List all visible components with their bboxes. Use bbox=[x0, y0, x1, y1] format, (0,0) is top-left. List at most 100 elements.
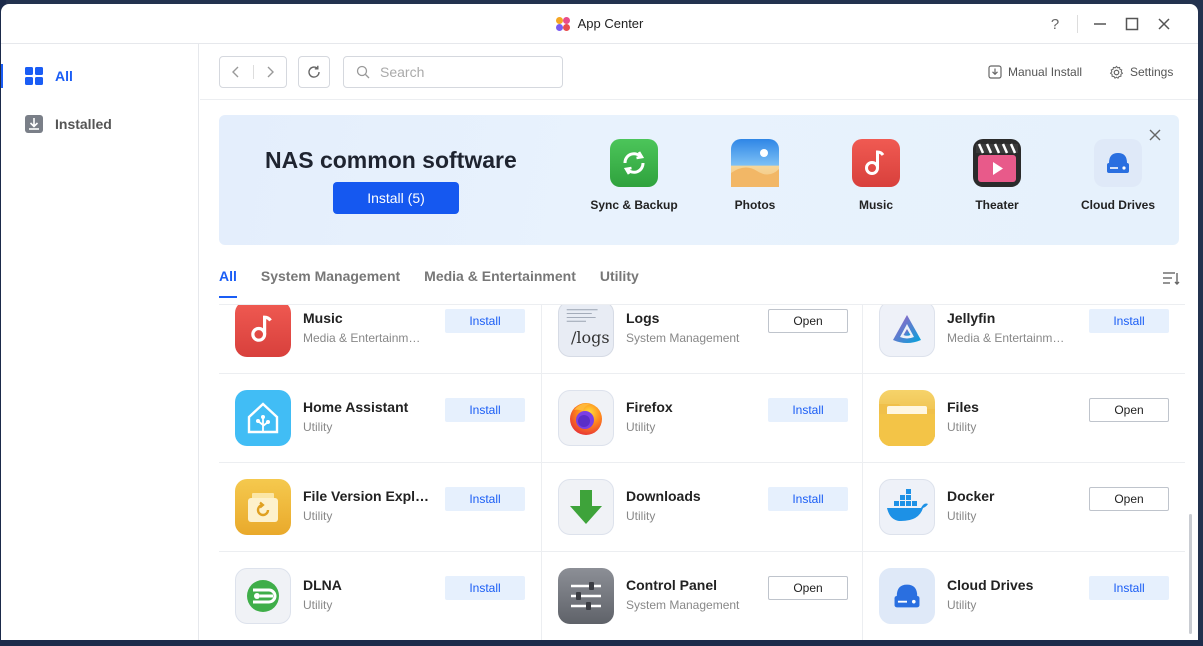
download-arrow-icon bbox=[558, 479, 614, 535]
control-panel-icon bbox=[558, 568, 614, 624]
sort-icon[interactable] bbox=[1161, 268, 1181, 288]
window-controls: ? bbox=[1039, 4, 1180, 44]
open-button[interactable]: Open bbox=[1089, 487, 1169, 511]
cloud-drive-icon bbox=[1094, 139, 1142, 187]
window-title: App Center bbox=[577, 16, 644, 31]
app-category: Utility bbox=[947, 420, 977, 434]
logs-icon-text: /logs bbox=[571, 328, 610, 347]
search-box bbox=[343, 56, 563, 88]
grid-icon bbox=[25, 67, 43, 85]
tab-all[interactable]: All bbox=[219, 260, 237, 298]
app-card-jellyfin[interactable]: Jellyfin Media & Entertainment Install bbox=[863, 305, 1185, 374]
app-category: Utility bbox=[303, 598, 333, 612]
tab-system-management[interactable]: System Management bbox=[261, 260, 400, 298]
nav-group bbox=[219, 56, 287, 88]
open-button[interactable]: Open bbox=[768, 576, 848, 600]
settings-label: Settings bbox=[1130, 65, 1174, 79]
app-card-cloud-drives[interactable]: Cloud Drives Utility Install bbox=[863, 552, 1185, 640]
sidebar-item-label: All bbox=[55, 68, 73, 84]
install-button[interactable]: Install bbox=[768, 487, 848, 511]
app-category: Utility bbox=[626, 420, 656, 434]
install-button[interactable]: Install bbox=[1089, 309, 1169, 333]
banner-title: NAS common software bbox=[265, 147, 517, 173]
app-category: Utility bbox=[947, 509, 977, 523]
app-card-docker[interactable]: Docker Utility Open bbox=[863, 463, 1185, 552]
app-name: DLNA bbox=[303, 577, 342, 593]
file-version-icon bbox=[235, 479, 291, 535]
sidebar-item-all[interactable]: All bbox=[1, 56, 199, 96]
toolbar: Manual Install Settings bbox=[200, 44, 1198, 100]
banner-close-button[interactable] bbox=[1145, 125, 1165, 145]
banner-app-label: Sync & Backup bbox=[590, 198, 678, 212]
help-icon[interactable]: ? bbox=[1039, 4, 1071, 44]
app-center-window: App Center ? All Installed Search Manual… bbox=[1, 4, 1198, 640]
app-category: Media & Entertainment bbox=[303, 331, 423, 345]
back-button[interactable] bbox=[220, 57, 253, 87]
banner-app-label: Theater bbox=[975, 198, 1019, 212]
app-name: Cloud Drives bbox=[947, 577, 1034, 593]
folder-icon bbox=[879, 390, 935, 446]
install-button[interactable]: Install bbox=[1089, 576, 1169, 600]
app-name: Docker bbox=[947, 488, 995, 504]
install-button[interactable]: Install bbox=[768, 398, 848, 422]
app-card-dlna[interactable]: DLNA Utility Install bbox=[219, 552, 541, 640]
app-name: Downloads bbox=[626, 488, 701, 504]
app-card-logs[interactable]: /logs Logs System Management Open bbox=[541, 305, 863, 374]
search-input[interactable] bbox=[380, 64, 550, 80]
close-icon[interactable] bbox=[1148, 4, 1180, 44]
app-card-firefox[interactable]: Firefox Utility Install bbox=[541, 374, 863, 463]
firefox-icon bbox=[558, 390, 614, 446]
maximize-icon[interactable] bbox=[1116, 4, 1148, 44]
banner-install-button[interactable]: Install (5) bbox=[333, 182, 459, 214]
scrollbar[interactable] bbox=[1189, 514, 1192, 634]
open-button[interactable]: Open bbox=[768, 309, 848, 333]
install-button[interactable]: Install bbox=[445, 487, 525, 511]
install-button[interactable]: Install bbox=[445, 309, 525, 333]
tab-utility[interactable]: Utility bbox=[600, 260, 639, 298]
refresh-button[interactable] bbox=[298, 56, 330, 88]
search-icon bbox=[356, 65, 370, 79]
banner-app-music[interactable]: Music bbox=[821, 139, 931, 212]
forward-button[interactable] bbox=[253, 57, 286, 87]
app-card-home-assistant[interactable]: Home Assistant Utility Install bbox=[219, 374, 541, 463]
home-assistant-icon bbox=[235, 390, 291, 446]
manual-install-label: Manual Install bbox=[1008, 65, 1083, 79]
manual-install-icon bbox=[988, 65, 1002, 79]
download-box-icon bbox=[25, 115, 43, 133]
category-tabs: All System Management Media & Entertainm… bbox=[219, 260, 663, 298]
sidebar: All Installed bbox=[1, 44, 199, 640]
recommend-banner: NAS common software Install (5) Sync & B… bbox=[219, 115, 1179, 245]
app-category: Media & Entertainment bbox=[947, 331, 1067, 345]
app-name: Control Panel bbox=[626, 577, 718, 593]
app-card-downloads[interactable]: Downloads Utility Install bbox=[541, 463, 863, 552]
app-name: Files bbox=[947, 399, 979, 415]
app-category: System Management bbox=[626, 598, 740, 612]
manual-install-button[interactable]: Manual Install bbox=[988, 56, 1082, 88]
open-button[interactable]: Open bbox=[1089, 398, 1169, 422]
banner-app-theater[interactable]: Theater bbox=[942, 139, 1052, 212]
app-center-logo-icon bbox=[555, 16, 570, 31]
install-button[interactable]: Install bbox=[445, 398, 525, 422]
banner-app-cloud-drives[interactable]: Cloud Drives bbox=[1063, 139, 1173, 212]
app-card-music[interactable]: Music Media & Entertainment Install bbox=[219, 305, 541, 374]
app-category: Utility bbox=[626, 509, 656, 523]
minimize-icon[interactable] bbox=[1084, 4, 1116, 44]
tab-media-entertainment[interactable]: Media & Entertainment bbox=[424, 260, 576, 298]
banner-app-sync-backup[interactable]: Sync & Backup bbox=[579, 139, 689, 212]
app-card-file-version-explorer[interactable]: File Version Explorer Utility Install bbox=[219, 463, 541, 552]
photos-icon bbox=[731, 139, 779, 187]
title-bar: App Center ? bbox=[1, 4, 1198, 44]
app-name: Jellyfin bbox=[947, 310, 996, 326]
gear-icon bbox=[1109, 65, 1124, 79]
app-card-files[interactable]: Files Utility Open bbox=[863, 374, 1185, 463]
jellyfin-icon bbox=[879, 305, 935, 357]
install-button[interactable]: Install bbox=[445, 576, 525, 600]
banner-app-photos[interactable]: Photos bbox=[700, 139, 810, 212]
app-name: Music bbox=[303, 310, 343, 326]
dlna-icon bbox=[235, 568, 291, 624]
sidebar-item-installed[interactable]: Installed bbox=[1, 104, 199, 144]
theater-icon bbox=[973, 139, 1021, 187]
settings-button[interactable]: Settings bbox=[1109, 56, 1173, 88]
app-card-control-panel[interactable]: Control Panel System Management Open bbox=[541, 552, 863, 640]
logs-icon: /logs bbox=[558, 305, 614, 357]
